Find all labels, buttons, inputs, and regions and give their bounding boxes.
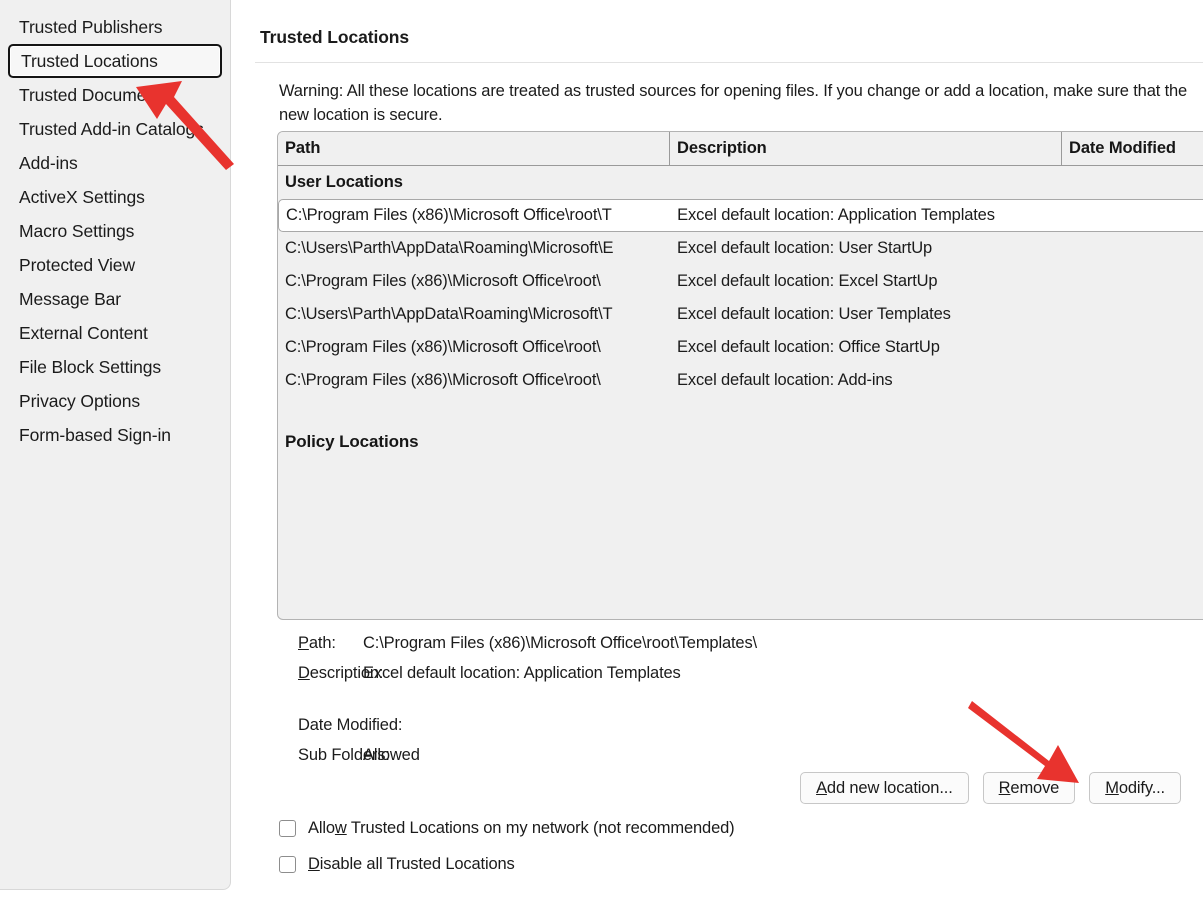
sidebar-item-trusted-add-in-catalogs[interactable]: Trusted Add-in Catalogs xyxy=(8,112,222,146)
options-checkbox-group: Allow Trusted Locations on my network (n… xyxy=(279,810,734,882)
group-label-policy-locations: Policy Locations xyxy=(278,425,1203,458)
page-title: Trusted Locations xyxy=(260,27,409,48)
sidebar-item-privacy-options[interactable]: Privacy Options xyxy=(8,384,222,418)
cell-description: Excel default location: Application Temp… xyxy=(670,206,1061,225)
cell-description: Excel default location: Office StartUp xyxy=(670,338,1062,357)
checkbox-label: Allow Trusted Locations on my network (n… xyxy=(308,819,734,838)
cell-path: C:\Users\Parth\AppData\Roaming\Microsoft… xyxy=(278,305,670,324)
detail-row-path: Path: C:\Program Files (x86)\Microsoft O… xyxy=(231,628,1203,658)
add-new-location-button[interactable]: Add new location... xyxy=(800,772,969,804)
sidebar-item-trusted-locations[interactable]: Trusted Locations xyxy=(8,44,222,78)
warning-text: Warning: All these locations are treated… xyxy=(279,79,1199,127)
detail-value-path: C:\Program Files (x86)\Microsoft Office\… xyxy=(363,634,757,653)
sidebar-item-label: Macro Settings xyxy=(19,221,134,242)
group-label-user-locations: User Locations xyxy=(278,166,1203,199)
trusted-locations-table[interactable]: Path Description Date Modified User Loca… xyxy=(277,131,1203,620)
column-header-description[interactable]: Description xyxy=(670,132,1062,165)
checkbox-box[interactable] xyxy=(279,820,296,837)
cell-path: C:\Users\Parth\AppData\Roaming\Microsoft… xyxy=(278,239,670,258)
sidebar-item-trusted-publishers[interactable]: Trusted Publishers xyxy=(8,10,222,44)
cell-path: C:\Program Files (x86)\Microsoft Office\… xyxy=(278,371,670,390)
table-row[interactable]: C:\Program Files (x86)\Microsoft Office\… xyxy=(278,364,1203,397)
sidebar-item-activex-settings[interactable]: ActiveX Settings xyxy=(8,180,222,214)
cell-path: C:\Program Files (x86)\Microsoft Office\… xyxy=(278,338,670,357)
sidebar-item-label: Trusted Documents xyxy=(19,85,169,106)
detail-spacer xyxy=(231,688,1203,710)
cell-path: C:\Program Files (x86)\Microsoft Office\… xyxy=(279,206,670,225)
sidebar-item-label: Protected View xyxy=(19,255,135,276)
detail-row-description: Description: Excel default location: App… xyxy=(231,658,1203,688)
sidebar-item-trusted-documents[interactable]: Trusted Documents xyxy=(8,78,222,112)
sidebar-item-add-ins[interactable]: Add-ins xyxy=(8,146,222,180)
modify-label: Modify... xyxy=(1105,779,1165,798)
sidebar-item-label: External Content xyxy=(19,323,148,344)
table-row[interactable]: C:\Users\Parth\AppData\Roaming\Microsoft… xyxy=(278,298,1203,331)
sidebar-nav-list: Trusted Publishers Trusted Locations Trust… xyxy=(0,10,230,452)
settings-sidebar: Trusted Publishers Trusted Locations Trust… xyxy=(0,0,231,890)
sidebar-item-label: ActiveX Settings xyxy=(19,187,145,208)
detail-label-date-modified: Date Modified: xyxy=(231,716,363,735)
sidebar-item-file-block-settings[interactable]: File Block Settings xyxy=(8,350,222,384)
cell-description: Excel default location: Excel StartUp xyxy=(670,272,1062,291)
detail-value-description: Excel default location: Application Temp… xyxy=(363,664,681,683)
sidebar-item-label: File Block Settings xyxy=(19,357,161,378)
sidebar-item-label: Trusted Add-in Catalogs xyxy=(19,119,204,140)
detail-row-sub-folders: Sub Folders: Allowed xyxy=(231,740,1203,770)
main-content-pane: Trusted Locations Warning: All these loc… xyxy=(231,0,1203,898)
selected-location-details: Path: C:\Program Files (x86)\Microsoft O… xyxy=(231,628,1203,770)
table-row[interactable]: C:\Program Files (x86)\Microsoft Office\… xyxy=(278,265,1203,298)
detail-label-path: Path: xyxy=(231,634,363,653)
column-header-date-modified[interactable]: Date Modified xyxy=(1062,132,1203,165)
sidebar-item-protected-view[interactable]: Protected View xyxy=(8,248,222,282)
action-button-row: Add new location... Remove Modify... xyxy=(800,772,1181,804)
detail-label-description: Description: xyxy=(231,664,363,683)
remove-label: Remove xyxy=(999,779,1060,798)
sidebar-item-label: Add-ins xyxy=(19,153,78,174)
detail-value-sub-folders: Allowed xyxy=(363,746,420,765)
checkbox-row[interactable]: Disable all Trusted Locations xyxy=(279,846,734,882)
detail-row-date-modified: Date Modified: xyxy=(231,710,1203,740)
checkbox-row[interactable]: Allow Trusted Locations on my network (n… xyxy=(279,810,734,846)
sidebar-item-form-based-sign-in[interactable]: Form-based Sign-in xyxy=(8,418,222,452)
sidebar-item-label: Trusted Publishers xyxy=(19,17,162,38)
add-new-location-label: Add new location... xyxy=(816,779,953,798)
cell-description: Excel default location: User StartUp xyxy=(670,239,1062,258)
table-rows-container: C:\Program Files (x86)\Microsoft Office\… xyxy=(278,199,1203,397)
table-row[interactable]: C:\Program Files (x86)\Microsoft Office\… xyxy=(278,199,1203,232)
column-header-path[interactable]: Path xyxy=(278,132,670,165)
sidebar-item-message-bar[interactable]: Message Bar xyxy=(8,282,222,316)
policy-gap-spacer xyxy=(278,397,1203,425)
detail-label-sub-folders: Sub Folders: xyxy=(231,746,363,765)
cell-description: Excel default location: User Templates xyxy=(670,305,1062,324)
sidebar-item-label: Trusted Locations xyxy=(21,51,158,72)
remove-button[interactable]: Remove xyxy=(983,772,1076,804)
title-divider xyxy=(255,62,1203,63)
sidebar-item-label: Message Bar xyxy=(19,289,121,310)
checkbox-box[interactable] xyxy=(279,856,296,873)
checkbox-label: Disable all Trusted Locations xyxy=(308,855,515,874)
sidebar-item-label: Form-based Sign-in xyxy=(19,425,171,446)
sidebar-item-label: Privacy Options xyxy=(19,391,140,412)
cell-description: Excel default location: Add-ins xyxy=(670,371,1062,390)
sidebar-item-external-content[interactable]: External Content xyxy=(8,316,222,350)
table-row[interactable]: C:\Program Files (x86)\Microsoft Office\… xyxy=(278,331,1203,364)
sidebar-item-macro-settings[interactable]: Macro Settings xyxy=(8,214,222,248)
modify-button[interactable]: Modify... xyxy=(1089,772,1181,804)
table-header-row: Path Description Date Modified xyxy=(278,132,1203,166)
cell-path: C:\Program Files (x86)\Microsoft Office\… xyxy=(278,272,670,291)
table-row[interactable]: C:\Users\Parth\AppData\Roaming\Microsoft… xyxy=(278,232,1203,265)
